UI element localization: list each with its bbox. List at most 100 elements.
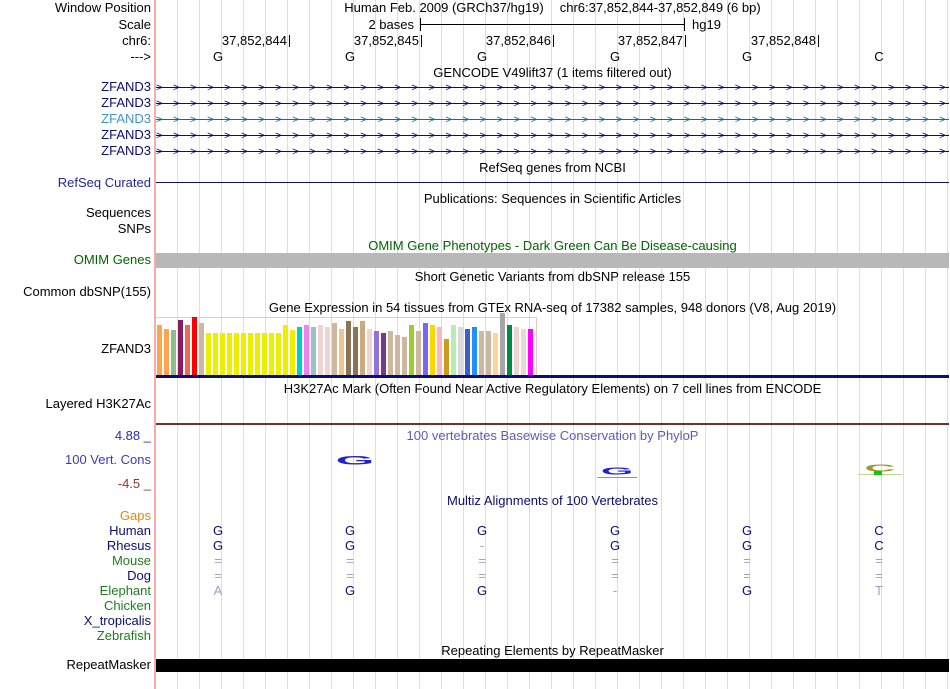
gtex-bar[interactable] xyxy=(318,325,323,375)
gtex-bar[interactable] xyxy=(262,333,267,375)
gene-label[interactable]: ZFAND3 xyxy=(0,80,151,93)
omim-track-title[interactable]: OMIM Gene Phenotypes - Dark Green Can Be… xyxy=(156,239,949,252)
gtex-bar[interactable] xyxy=(241,333,246,375)
gtex-bar[interactable] xyxy=(269,333,274,375)
gtex-bar[interactable] xyxy=(458,327,463,375)
phylop-label[interactable]: 100 Vert. Cons xyxy=(0,453,151,466)
gtex-bar[interactable] xyxy=(185,325,190,375)
species-label[interactable]: Human xyxy=(0,524,151,537)
gtex-bar[interactable] xyxy=(395,335,400,375)
gtex-bar[interactable] xyxy=(493,333,498,375)
gene-label[interactable]: ZFAND3 xyxy=(0,112,151,125)
gtex-bar[interactable] xyxy=(178,320,183,375)
gencode-track-title[interactable]: GENCODE V49lift37 (1 items filtered out) xyxy=(156,66,949,79)
h3k27ac-label[interactable]: Layered H3K27Ac xyxy=(0,397,151,410)
species-label[interactable]: Zebrafish xyxy=(0,629,151,642)
gtex-bar[interactable] xyxy=(430,325,435,375)
gtex-gene-label[interactable]: ZFAND3 xyxy=(0,342,151,355)
gtex-bar[interactable] xyxy=(514,327,519,375)
chromosome-label: chr6: xyxy=(122,33,151,48)
gene-row[interactable]: >>>>>>>>>>>>>>>>>>>>>>>>>>>>>>>>>>>>>>>>… xyxy=(156,128,949,144)
gtex-bar[interactable] xyxy=(206,333,211,375)
gtex-bar[interactable] xyxy=(220,333,225,375)
gtex-bar[interactable] xyxy=(171,330,176,375)
species-label[interactable]: Mouse xyxy=(0,554,151,567)
gene-row[interactable]: >>>>>>>>>>>>>>>>>>>>>>>>>>>>>>>>>>>>>>>>… xyxy=(156,96,949,112)
repeatmasker-track-title[interactable]: Repeating Elements by RepeatMasker xyxy=(156,644,949,657)
gtex-bar[interactable] xyxy=(472,327,477,375)
dbsnp-label[interactable]: Common dbSNP(155) xyxy=(0,285,151,298)
gtex-bar[interactable] xyxy=(157,325,162,375)
sequences-label[interactable]: Sequences xyxy=(0,206,151,219)
alignment-base: = xyxy=(611,568,619,583)
gtex-bar[interactable] xyxy=(276,333,281,375)
alignment-base: A xyxy=(213,583,223,598)
species-label[interactable]: Elephant xyxy=(0,584,151,597)
gtex-bar[interactable] xyxy=(381,333,386,375)
dbsnp-track-title[interactable]: Short Genetic Variants from dbSNP releas… xyxy=(156,270,949,283)
gtex-bar[interactable] xyxy=(409,325,414,375)
gtex-bar[interactable] xyxy=(290,330,295,375)
refseq-curated-label[interactable]: RefSeq Curated xyxy=(0,176,151,189)
gtex-bar[interactable] xyxy=(402,337,407,375)
gtex-bar[interactable] xyxy=(255,333,260,375)
gtex-bar[interactable] xyxy=(479,331,484,375)
species-label[interactable]: X_tropicalis xyxy=(0,614,151,627)
gtex-bar[interactable] xyxy=(227,333,232,375)
gtex-bar[interactable] xyxy=(164,329,169,375)
gene-row[interactable]: >>>>>>>>>>>>>>>>>>>>>>>>>>>>>>>>>>>>>>>>… xyxy=(156,112,949,128)
gene-label[interactable]: ZFAND3 xyxy=(0,128,151,141)
gtex-bar[interactable] xyxy=(192,317,197,375)
h3k27ac-track-title[interactable]: H3K27Ac Mark (Often Found Near Active Re… xyxy=(156,382,949,395)
gtex-bar[interactable] xyxy=(528,329,533,375)
gtex-bar[interactable] xyxy=(332,323,337,375)
omim-genes-label[interactable]: OMIM Genes xyxy=(0,253,151,266)
gtex-bar[interactable] xyxy=(388,331,393,375)
gtex-bar[interactable] xyxy=(283,325,288,375)
gtex-bar[interactable] xyxy=(234,333,239,375)
repeatmasker-label[interactable]: RepeatMasker xyxy=(0,658,151,671)
gtex-bar[interactable] xyxy=(507,325,512,375)
gtex-bar[interactable] xyxy=(423,323,428,375)
species-label[interactable]: Gaps xyxy=(0,509,151,522)
gtex-bar[interactable] xyxy=(367,329,372,375)
phylop-track-title[interactable]: 100 vertebrates Basewise Conservation by… xyxy=(156,429,949,442)
strand-label: ---> xyxy=(130,49,151,64)
species-label[interactable]: Chicken xyxy=(0,599,151,612)
gtex-bar[interactable] xyxy=(311,327,316,375)
gtex-bar[interactable] xyxy=(213,333,218,375)
gtex-bar[interactable] xyxy=(199,323,204,375)
omim-gene-bar[interactable] xyxy=(156,253,949,268)
gtex-bar[interactable] xyxy=(339,329,344,375)
publications-track-title[interactable]: Publications: Sequences in Scientific Ar… xyxy=(156,192,949,205)
gtex-bar[interactable] xyxy=(297,327,302,375)
gene-label[interactable]: ZFAND3 xyxy=(0,144,151,157)
gtex-bar[interactable] xyxy=(248,333,253,375)
gtex-bar[interactable] xyxy=(325,327,330,375)
refseq-track-title[interactable]: RefSeq genes from NCBI xyxy=(156,161,949,174)
gtex-bar[interactable] xyxy=(451,325,456,375)
species-label[interactable]: Dog xyxy=(0,569,151,582)
alignment-base: G xyxy=(476,523,488,538)
gene-row[interactable]: >>>>>>>>>>>>>>>>>>>>>>>>>>>>>>>>>>>>>>>>… xyxy=(156,144,949,160)
repeatmasker-bar[interactable] xyxy=(156,659,949,672)
gtex-bar[interactable] xyxy=(465,329,470,375)
multiz-track-title[interactable]: Multiz Alignments of 100 Vertebrates xyxy=(156,494,949,507)
gtex-bar[interactable] xyxy=(437,327,442,375)
gtex-bar[interactable] xyxy=(374,331,379,375)
gtex-bar[interactable] xyxy=(304,325,309,375)
species-label[interactable]: Rhesus xyxy=(0,539,151,552)
gtex-track-title[interactable]: Gene Expression in 54 tissues from GTEx … xyxy=(156,301,949,314)
snps-label[interactable]: SNPs xyxy=(0,222,151,235)
refseq-gene-line[interactable] xyxy=(156,182,949,183)
gtex-bar[interactable] xyxy=(521,329,526,375)
gtex-bar[interactable] xyxy=(486,331,491,375)
gene-label[interactable]: ZFAND3 xyxy=(0,96,151,109)
gtex-bar[interactable] xyxy=(444,339,449,375)
gene-row[interactable]: >>>>>>>>>>>>>>>>>>>>>>>>>>>>>>>>>>>>>>>>… xyxy=(156,80,949,96)
gtex-bar[interactable] xyxy=(353,327,358,375)
gtex-bar[interactable] xyxy=(360,321,365,375)
gtex-bar[interactable] xyxy=(416,331,421,375)
gtex-bar[interactable] xyxy=(346,321,351,375)
gtex-bar[interactable] xyxy=(500,313,505,375)
